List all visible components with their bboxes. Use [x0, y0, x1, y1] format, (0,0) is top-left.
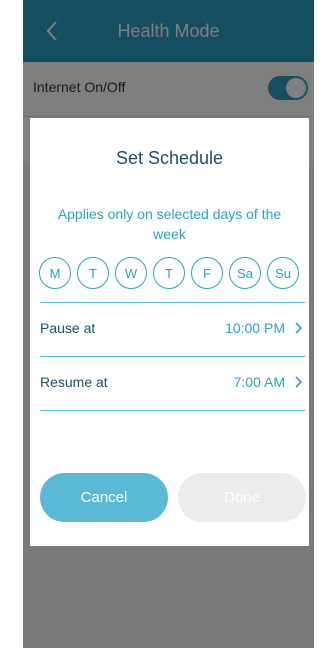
- dialog-title: Set Schedule: [115, 148, 224, 168]
- divider: [40, 356, 305, 357]
- divider: [40, 410, 305, 411]
- divider: [40, 302, 305, 303]
- done-button[interactable]: Done: [178, 473, 306, 522]
- day-sunday[interactable]: Su: [267, 257, 299, 289]
- day-saturday[interactable]: Sa: [229, 257, 261, 289]
- chevron-right-icon: [291, 372, 305, 392]
- resume-at-time: 7:00 AM: [233, 374, 285, 390]
- day-monday[interactable]: M: [39, 257, 71, 289]
- set-schedule-dialog: Set Schedule Applies only on selected da…: [30, 118, 309, 546]
- pause-at-row[interactable]: Pause at 10:00 PM: [40, 304, 305, 354]
- pause-at-label: Pause at: [40, 320, 96, 336]
- day-tuesday[interactable]: T: [77, 257, 109, 289]
- chevron-right-icon: [291, 318, 305, 338]
- resume-at-row[interactable]: Resume at 7:00 AM: [40, 358, 305, 408]
- cancel-button[interactable]: Cancel: [40, 473, 168, 522]
- pause-at-time: 10:00 PM: [225, 320, 285, 336]
- day-selector: M T W T F Sa Su: [39, 257, 301, 289]
- dialog-subtitle: Applies only on selected days of the wee…: [57, 206, 282, 242]
- day-friday[interactable]: F: [191, 257, 223, 289]
- resume-at-label: Resume at: [40, 374, 108, 390]
- day-thursday[interactable]: T: [153, 257, 185, 289]
- day-wednesday[interactable]: W: [115, 257, 147, 289]
